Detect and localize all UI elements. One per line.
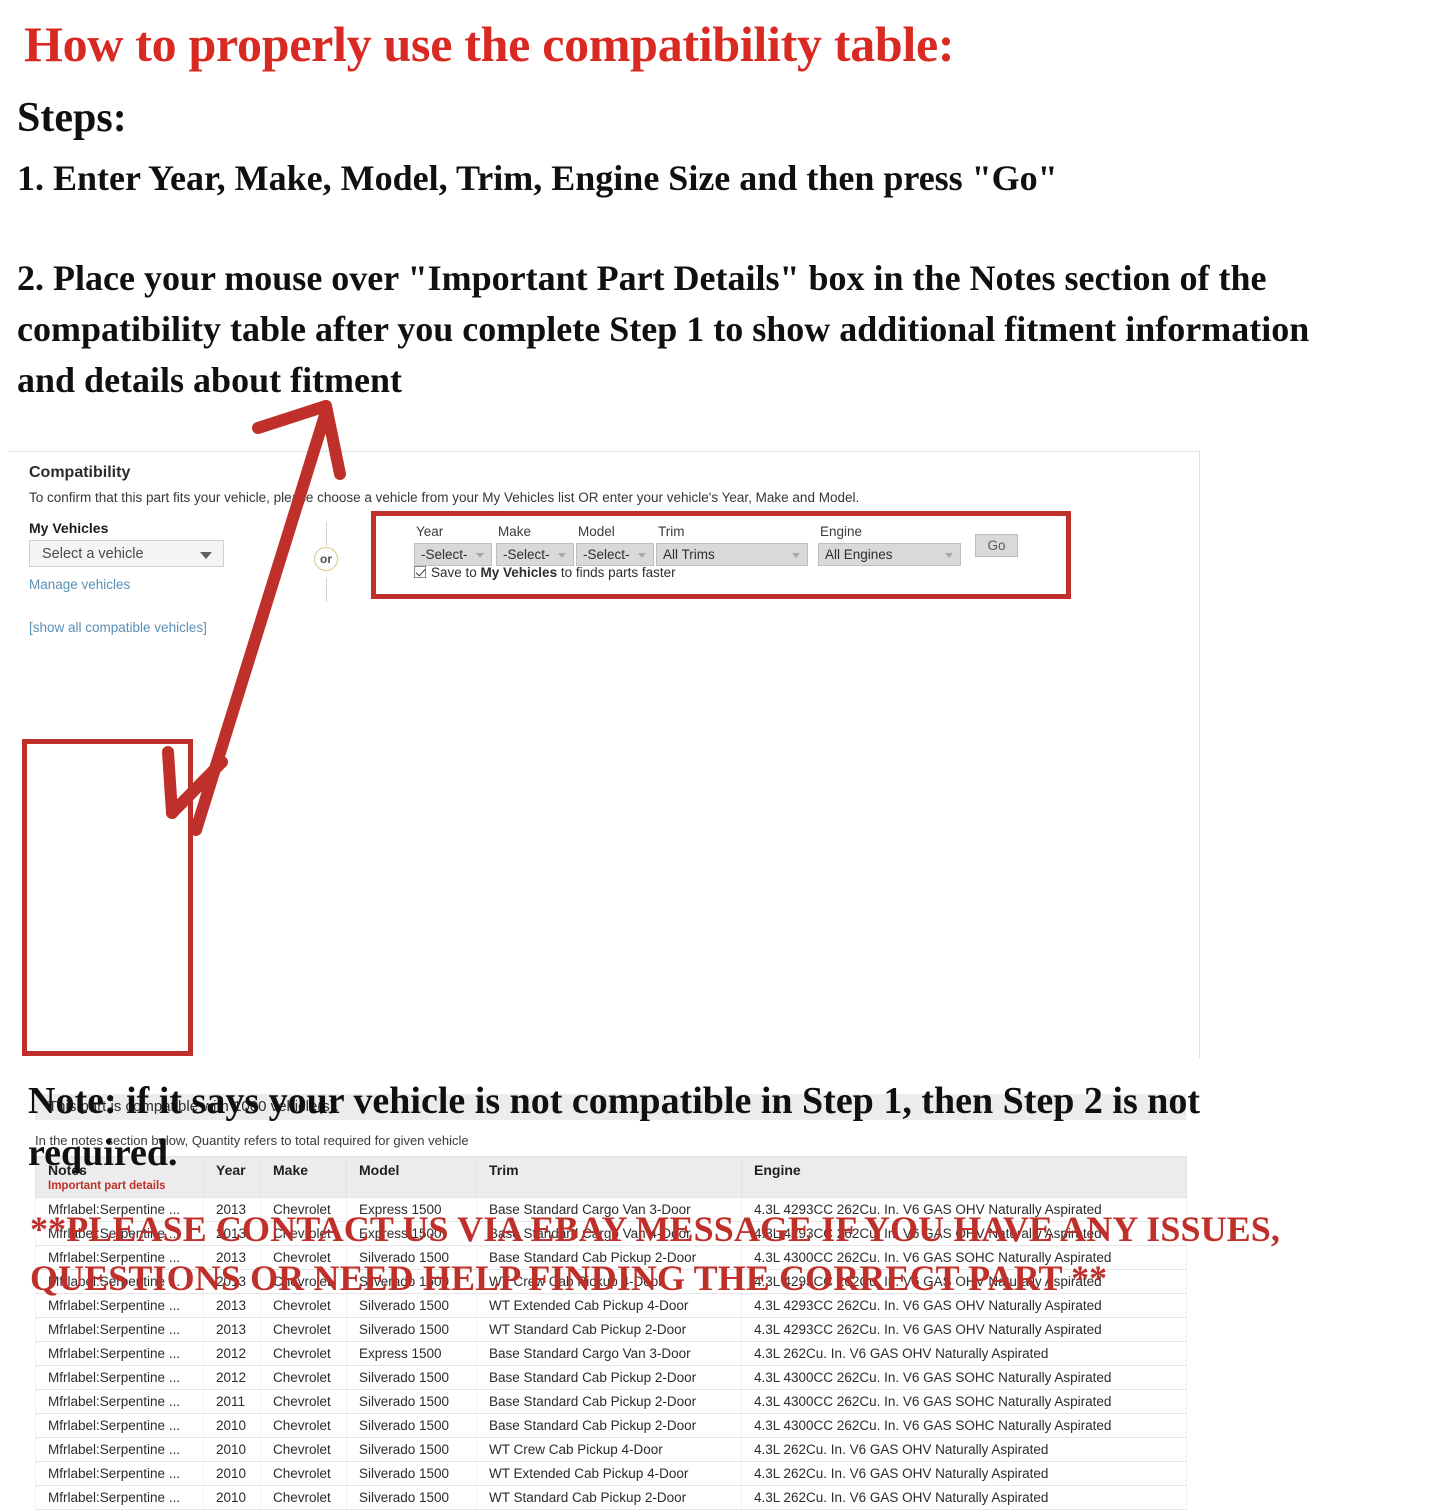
- cell-engine: 4.3L 4300CC 262Cu. In. V6 GAS SOHC Natur…: [741, 1413, 1187, 1438]
- compatibility-heading: Compatibility: [29, 464, 131, 481]
- page-title: How to properly use the compatibility ta…: [24, 16, 955, 72]
- cell-notes: Mfrlabel:Serpentine ...: [35, 1365, 204, 1390]
- cell-notes: Mfrlabel:Serpentine ...: [35, 1317, 204, 1342]
- cell-trim: WT Crew Cab Pickup 4-Door: [476, 1437, 742, 1462]
- table-row[interactable]: Mfrlabel:Serpentine ... 2010 Chevrolet Silv…: [35, 1413, 1187, 1438]
- manage-vehicles-link[interactable]: Manage vehicles: [29, 577, 130, 592]
- compatibility-subtitle: To confirm that this part fits your vehi…: [29, 490, 860, 505]
- contact-text: **PLEASE CONTACT US VIA EBAY MESSAGE IF …: [30, 1209, 1281, 1299]
- cell-trim: WT Standard Cab Pickup 2-Door: [476, 1485, 742, 1510]
- cell-trim: Base Standard Cargo Van 3-Door: [476, 1341, 742, 1366]
- cell-year: 2010: [203, 1437, 261, 1462]
- cell-make: Chevrolet: [260, 1437, 347, 1462]
- cell-year: 2010: [203, 1461, 261, 1486]
- my-vehicles-select-value: Select a vehicle: [42, 546, 144, 562]
- or-divider: or: [311, 522, 341, 602]
- table-row[interactable]: Mfrlabel:Serpentine ... 2010 Chevrolet Silv…: [35, 1485, 1187, 1510]
- cell-trim: Base Standard Cab Pickup 2-Door: [476, 1389, 742, 1414]
- cell-year: 2011: [203, 1389, 261, 1414]
- cell-model: Express 1500: [346, 1341, 477, 1366]
- steps-heading: Steps:: [17, 95, 127, 141]
- form-highlight-box: [371, 511, 1071, 599]
- table-row[interactable]: Mfrlabel:Serpentine ... 2012 Chevrolet Expr…: [35, 1341, 1187, 1366]
- cell-model: Silverado 1500: [346, 1461, 477, 1486]
- step-2-text: 2. Place your mouse over "Important Part…: [17, 258, 1310, 401]
- cell-year: 2012: [203, 1365, 261, 1390]
- cell-notes: Mfrlabel:Serpentine ...: [35, 1461, 204, 1486]
- cell-make: Chevrolet: [260, 1365, 347, 1390]
- cell-model: Silverado 1500: [346, 1389, 477, 1414]
- cell-trim: WT Extended Cab Pickup 4-Door: [476, 1461, 742, 1486]
- cell-trim: WT Standard Cab Pickup 2-Door: [476, 1317, 742, 1342]
- cell-model: Silverado 1500: [346, 1485, 477, 1510]
- cell-engine: 4.3L 262Cu. In. V6 GAS OHV Naturally Asp…: [741, 1341, 1187, 1366]
- cell-engine: 4.3L 262Cu. In. V6 GAS OHV Naturally Asp…: [741, 1461, 1187, 1486]
- divider-line-top: [326, 522, 327, 546]
- table-row[interactable]: Mfrlabel:Serpentine ... 2013 Chevrolet Silv…: [35, 1317, 1187, 1342]
- table-row[interactable]: Mfrlabel:Serpentine ... 2010 Chevrolet Silv…: [35, 1437, 1187, 1462]
- cell-model: Silverado 1500: [346, 1317, 477, 1342]
- cell-engine: 4.3L 4300CC 262Cu. In. V6 GAS SOHC Natur…: [741, 1389, 1187, 1414]
- cell-trim: Base Standard Cab Pickup 2-Door: [476, 1413, 742, 1438]
- chevron-down-icon: [200, 552, 212, 559]
- cell-make: Chevrolet: [260, 1341, 347, 1366]
- or-badge: or: [314, 547, 338, 571]
- cell-year: 2010: [203, 1413, 261, 1438]
- divider-line-bottom: [326, 578, 327, 602]
- cell-notes: Mfrlabel:Serpentine ...: [35, 1341, 204, 1366]
- cell-make: Chevrolet: [260, 1317, 347, 1342]
- cell-model: Silverado 1500: [346, 1437, 477, 1462]
- cell-year: 2013: [203, 1317, 261, 1342]
- cell-make: Chevrolet: [260, 1485, 347, 1510]
- important-part-details-label: Important part details: [48, 1180, 166, 1192]
- cell-engine: 4.3L 4293CC 262Cu. In. V6 GAS OHV Natura…: [741, 1317, 1187, 1342]
- table-row[interactable]: Mfrlabel:Serpentine ... 2011 Chevrolet Silv…: [35, 1389, 1187, 1414]
- arrow-head-left-barb: [252, 400, 332, 434]
- cell-make: Chevrolet: [260, 1461, 347, 1486]
- table-row[interactable]: Mfrlabel:Serpentine ... 2010 Chevrolet Silv…: [35, 1461, 1187, 1486]
- cell-notes: Mfrlabel:Serpentine ...: [35, 1437, 204, 1462]
- table-row[interactable]: Mfrlabel:Serpentine ... 2012 Chevrolet Silv…: [35, 1365, 1187, 1390]
- show-all-compatible-vehicles-link[interactable]: [show all compatible vehicles]: [29, 620, 207, 635]
- cell-notes: Mfrlabel:Serpentine ...: [35, 1485, 204, 1510]
- cell-make: Chevrolet: [260, 1413, 347, 1438]
- cell-trim: Base Standard Cab Pickup 2-Door: [476, 1365, 742, 1390]
- cell-model: Silverado 1500: [346, 1413, 477, 1438]
- cell-make: Chevrolet: [260, 1389, 347, 1414]
- cell-year: 2012: [203, 1341, 261, 1366]
- my-vehicles-select[interactable]: Select a vehicle: [29, 540, 224, 567]
- cell-notes: Mfrlabel:Serpentine ...: [35, 1413, 204, 1438]
- cell-engine: 4.3L 4300CC 262Cu. In. V6 GAS SOHC Natur…: [741, 1365, 1187, 1390]
- my-vehicles-label: My Vehicles: [29, 520, 109, 536]
- cell-notes: Mfrlabel:Serpentine ...: [35, 1389, 204, 1414]
- step-1-text: 1. Enter Year, Make, Model, Trim, Engine…: [17, 158, 1058, 198]
- note-text: Note: if it says your vehicle is not com…: [28, 1080, 1201, 1174]
- cell-engine: 4.3L 262Cu. In. V6 GAS OHV Naturally Asp…: [741, 1485, 1187, 1510]
- cell-engine: 4.3L 262Cu. In. V6 GAS OHV Naturally Asp…: [741, 1437, 1187, 1462]
- cell-year: 2010: [203, 1485, 261, 1510]
- cell-model: Silverado 1500: [346, 1365, 477, 1390]
